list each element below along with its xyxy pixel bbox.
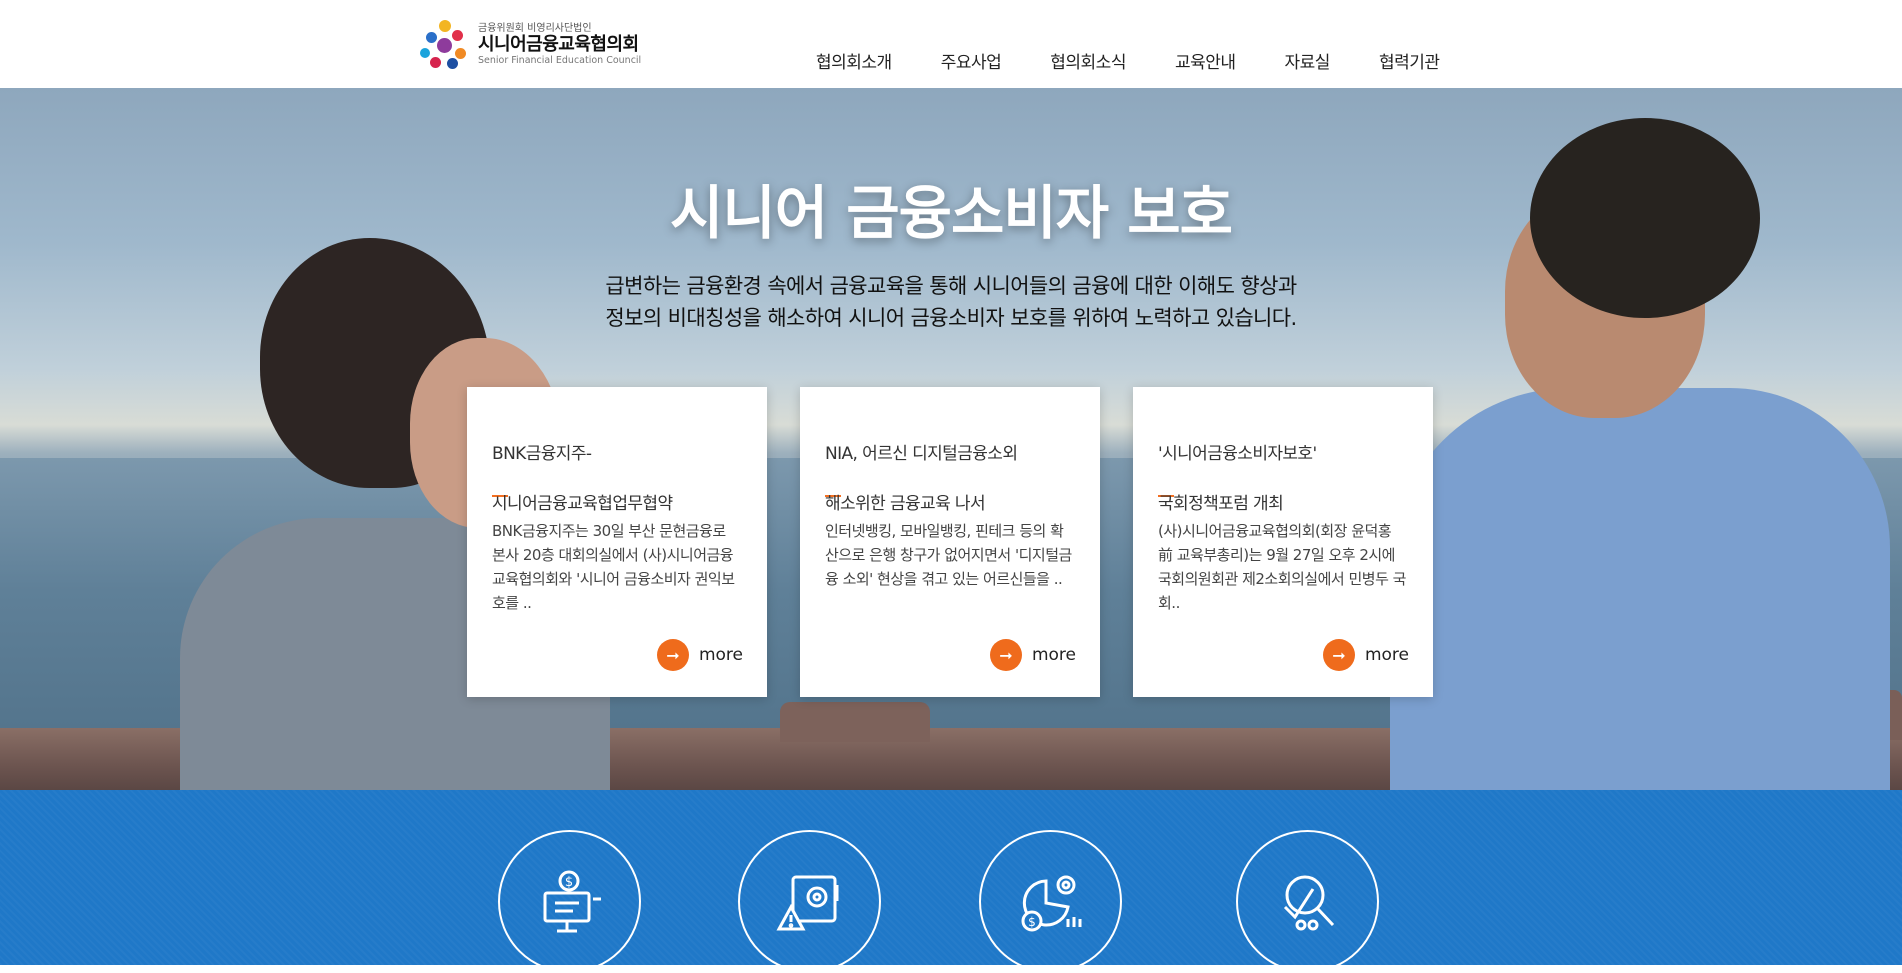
- news-card-title: '시니어금융소비자보호' 국회정책포럼 개최: [1158, 417, 1408, 514]
- more-label: more: [1364, 645, 1409, 665]
- news-card-excerpt: 인터넷뱅킹, 모바일뱅킹, 핀테크 등의 확산으로 은행 창구가 없어지면서 '…: [825, 522, 1072, 588]
- news-card[interactable]: BNK금융지주- 시니어금융교육협업무협약 BNK금융지주는 30일 부산 문현…: [467, 387, 767, 697]
- nav-item-education[interactable]: 교육안내: [1175, 48, 1236, 73]
- logo-english: Senior Financial Education Council: [478, 54, 642, 66]
- service-online-finance[interactable]: $: [498, 830, 641, 973]
- news-card-excerpt: (사)시니어금융교육협의회(회장 윤덕홍 前 교육부총리)는 9월 27일 오후…: [1158, 522, 1406, 612]
- nav-item-projects[interactable]: 주요사업: [941, 48, 1002, 73]
- news-cards: BNK금융지주- 시니어금융교육협업무협약 BNK금융지주는 30일 부산 문현…: [467, 387, 1433, 697]
- hero-description-line: 정보의 비대칭성을 해소하여 시니어 금융소비자 보호를 위하여 노력하고 있습…: [605, 306, 1297, 330]
- site-logo[interactable]: 금융위원회 비영리사단법인 시니어금융교육협의회 Senior Financia…: [420, 20, 650, 70]
- news-card-title-line: NIA, 어르신 디지털금융소외: [825, 444, 1018, 464]
- nav-item-archive[interactable]: 자료실: [1285, 48, 1331, 73]
- logo-mark-icon: [420, 20, 470, 70]
- news-card[interactable]: '시니어금융소비자보호' 국회정책포럼 개최 (사)시니어금융교육협의회(회장 …: [1133, 387, 1433, 697]
- hero-description-line: 급변하는 금융환경 속에서 금융교육을 통해 시니어들의 금융에 대한 이해도 …: [605, 274, 1297, 298]
- logo-name: 시니어금융교육협의회: [478, 33, 639, 55]
- nav-item-about[interactable]: 협의회소개: [816, 48, 892, 73]
- news-card-title: BNK금융지주- 시니어금융교육협업무협약: [492, 417, 742, 514]
- arrow-right-icon: ➞: [656, 639, 689, 671]
- hero-title: 시니어 금융소비자 보호: [670, 179, 1233, 247]
- hero-banner: 시니어 금융소비자 보호 급변하는 금융환경 속에서 금융교육을 통해 시니어들…: [0, 88, 1902, 790]
- arrow-right-icon: ➞: [989, 639, 1022, 671]
- services-section: $ $: [0, 790, 1902, 973]
- nav-item-news[interactable]: 협의회소식: [1050, 48, 1126, 73]
- more-label: more: [1031, 645, 1076, 665]
- safe-warning-icon: [775, 875, 838, 930]
- magnifier-checklist-icon: [1283, 875, 1334, 930]
- site-header: 금융위원회 비영리사단법인 시니어금융교육협의회 Senior Financia…: [0, 0, 1902, 88]
- news-card-title-line: 국회정책포럼 개최: [1158, 494, 1284, 514]
- news-card-title-line: 시니어금융교육협업무협약: [492, 494, 673, 514]
- news-card[interactable]: NIA, 어르신 디지털금융소외 해소위한 금융교육 나서 인터넷뱅킹, 모바일…: [800, 387, 1100, 697]
- hero-description: 급변하는 금융환경 속에서 금융교육을 통해 시니어들의 금융에 대한 이해도 …: [540, 270, 1362, 334]
- svg-text:$: $: [1028, 915, 1036, 929]
- online-finance-icon: $: [543, 870, 601, 932]
- news-card-title-line: '시니어금융소비자보호': [1158, 444, 1317, 464]
- arrow-right-icon: ➞: [1322, 639, 1355, 671]
- main-nav: 협의회소개 주요사업 협의회소식 교육안내 자료실 협력기관: [816, 48, 1440, 73]
- news-card-more-button[interactable]: ➞ more: [656, 639, 743, 671]
- news-card-title-line: 해소위한 금융교육 나서: [825, 494, 986, 514]
- service-finance-settings[interactable]: $: [979, 830, 1122, 973]
- news-card-more-button[interactable]: ➞ more: [1322, 639, 1409, 671]
- news-card-title-line: BNK금융지주-: [492, 444, 592, 464]
- service-safe-warning[interactable]: [738, 830, 881, 973]
- finance-settings-chart-icon: $: [1021, 875, 1081, 931]
- more-label: more: [698, 645, 743, 665]
- news-card-more-button[interactable]: ➞ more: [989, 639, 1076, 671]
- hero-rock: [780, 702, 930, 742]
- news-card-title: NIA, 어르신 디지털금융소외 해소위한 금융교육 나서: [825, 417, 1075, 514]
- nav-item-partners[interactable]: 협력기관: [1379, 48, 1440, 73]
- svg-text:$: $: [564, 875, 572, 890]
- news-card-excerpt: BNK금융지주는 30일 부산 문현금융로 본사 20층 대회의실에서 (사)시…: [492, 522, 735, 612]
- service-magnifier-check[interactable]: [1236, 830, 1379, 973]
